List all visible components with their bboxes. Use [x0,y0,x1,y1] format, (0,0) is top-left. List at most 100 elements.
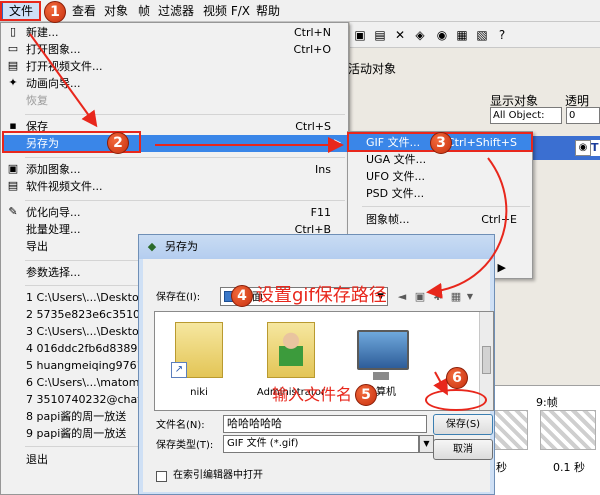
menu-help[interactable]: 帮助 [256,3,280,19]
transparency-input[interactable]: 0 [566,107,600,124]
menu-item-shortcut: Ctrl+O [293,43,331,56]
recent-file-label: 9 papi酱的周一放送 [26,427,127,440]
menu-item-label: 添加图象... [26,163,81,176]
menu-separator [362,206,530,207]
menu-item-shortcut: F11 [310,206,331,219]
new-folder-icon[interactable]: ✱ [431,290,445,304]
computer-icon [357,330,409,370]
menu-frame[interactable]: 帧 [138,3,150,19]
menu-item-label: 批量处理... [26,223,81,236]
submenu-item-psd[interactable]: PSD 文件... [349,185,531,202]
chevron-down-icon[interactable]: ▼ [463,290,477,304]
save-in-label: 保存在(I): [156,292,201,303]
frame-thumbnail[interactable] [540,410,596,450]
recent-file-label: 8 papi酱的周一放送 [26,410,127,423]
submenu-item-label: UFO 文件... [366,170,426,183]
submenu-item-label: UGA 文件... [366,153,427,166]
highlight-box [425,389,487,411]
step-badge: 5 [355,384,377,406]
filetype-select[interactable]: GIF 文件 (*.gif) [223,435,419,453]
menu-item-label: 打开图象... [26,43,81,56]
menu-item-shortcut: Ins [315,163,331,176]
close-icon[interactable]: ✕ [392,27,408,43]
frame-number-label: 9:帧 [536,396,558,409]
dialog-titlebar[interactable]: ◆ 另存为 [139,235,494,259]
cancel-button[interactable]: 取消 [433,439,493,460]
index-editor-checkbox[interactable] [156,471,167,482]
menu-item-label: 退出 [26,453,48,466]
step-badge: 3 [430,132,452,154]
menu-item-new[interactable]: ▯ 新建... Ctrl+N [2,24,347,41]
menu-item-optimize-wizard[interactable]: ✎ 优化向导... F11 [2,204,347,221]
tool-a-icon[interactable]: ▦ [454,27,470,43]
menu-separator [25,200,345,201]
folder-name: 计算机 [366,387,396,398]
user-avatar-icon [279,330,303,366]
submenu-item-ufo[interactable]: UFO 文件... [349,168,531,185]
toolbar: ▣ ▤ ✕ ◈ ◉ ▦ ▧ ? [350,22,600,48]
new-file-icon: ▯ [9,25,17,38]
chevron-down-icon[interactable]: ▼ [419,435,434,453]
menu-item-label: 动画向导... [26,77,81,90]
monitor-stand [373,372,389,380]
menu-separator [25,114,345,115]
menu-item-open-image[interactable]: ▭ 打开图象... Ctrl+O [2,41,347,58]
browser-icon[interactable]: ◉ [434,27,450,43]
display-object-select[interactable]: All Object: [490,107,562,124]
dialog-title: 另存为 [165,240,198,253]
submenu-item-label: PSD 文件... [366,187,425,200]
menu-item-label: 打开视频文件... [26,60,103,73]
tool-icon[interactable]: ◈ [412,27,428,43]
folder-item[interactable]: 计算机 [341,316,421,406]
text-layer-icon[interactable]: T [591,140,600,156]
folder-name: niki [190,387,208,398]
panel-title: 活动对象 [348,62,397,76]
video-file-icon: ▤ [7,59,19,72]
annotation-enter-filename: 输入文件名 [272,385,353,404]
menu-bar: 文件 查看 对象 帧 过滤器 视频 F/X 帮助 [0,0,600,22]
step-badge: 2 [107,132,129,154]
image-icon[interactable]: ▤ [372,27,388,43]
submenu-item-image-frame[interactable]: 图象帧... Ctrl+E [349,211,531,228]
highlight-box [0,1,41,21]
up-folder-icon[interactable]: ▣ [413,290,427,304]
index-editor-label: 在索引编辑器中打开 [173,470,263,481]
menu-object[interactable]: 对象 [104,3,128,19]
submenu-arrow-icon: ▶ [334,138,341,148]
view-menu-icon[interactable]: ▦ [449,290,463,304]
menu-item-label: 恢复 [26,94,48,107]
back-icon[interactable]: ◄ [395,290,409,304]
menu-item-shortcut: Ctrl+S [295,120,331,133]
step-badge: 4 [231,285,253,307]
menu-view[interactable]: 查看 [72,3,96,19]
save-as-dialog: ◆ 另存为 保存在(I): 桌面 ▼ ◄ ▣ ✱ ▦ ▼ ↗ niki Admi… [138,234,495,495]
filetype-label: 保存类型(T): [156,440,214,451]
menu-item-add-image[interactable]: ▣ 添加图象... Ins [2,161,347,178]
save-button[interactable]: 保存(S) [433,414,493,435]
submenu-item-shortcut: Ctrl+E [481,213,517,226]
menu-item-add-video[interactable]: ▤ 软件视频文件... [2,178,347,195]
menu-item-shortcut: Ctrl+N [293,26,331,39]
menu-item-revert: 恢复 [2,92,347,109]
step-badge: 6 [446,367,468,389]
app-icon: ◆ [147,240,157,253]
menu-item-label: 导出 [26,240,48,253]
play-icon[interactable]: ▣ [352,27,368,43]
recent-file-label: 6 C:\Users\...\matomng [26,376,154,389]
eye-icon[interactable]: ◉ [575,140,591,156]
frame-delay-label: 秒 [496,461,507,474]
scrollbar-thumb[interactable] [482,346,491,374]
menu-filter[interactable]: 过滤器 [158,3,194,19]
open-folder-icon: ▭ [7,42,19,55]
add-video-icon: ▤ [7,179,19,192]
menu-item-open-video[interactable]: ▤ 打开视频文件... [2,58,347,75]
menu-video-fx[interactable]: 视频 F/X [203,3,250,19]
filename-input[interactable]: 哈哈哈哈哈 [223,415,427,433]
help-cursor-icon[interactable]: ? [494,27,510,43]
menu-item-label: 优化向导... [26,206,81,219]
tool-b-icon[interactable]: ▧ [474,27,490,43]
menu-item-label: 新建... [26,26,59,39]
optimize-icon: ✎ [8,205,18,218]
menu-item-animation-wizard[interactable]: ✦ 动画向导... [2,75,347,92]
folder-item[interactable]: ↗ niki [159,316,239,406]
